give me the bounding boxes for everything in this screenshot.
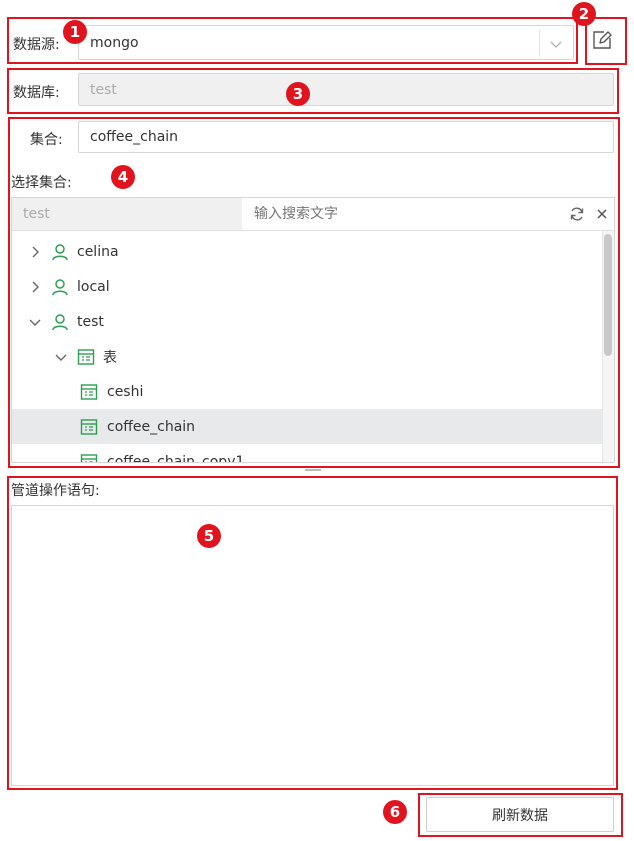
user-icon	[51, 278, 69, 296]
tree-node-tables[interactable]: 表	[12, 339, 602, 374]
tree-node-local[interactable]: local	[12, 269, 602, 304]
select-collection-label: 选择集合:	[11, 175, 72, 191]
table-icon	[77, 348, 95, 366]
database-field: test	[78, 73, 614, 106]
tree-clip: coffee_chain_copy1	[12, 444, 602, 462]
tree-search-input[interactable]	[242, 198, 562, 230]
refresh-icon[interactable]	[568, 205, 586, 223]
table-icon	[80, 383, 98, 401]
annotation-badge-3: 3	[286, 82, 310, 106]
collection-label: 集合:	[30, 132, 63, 148]
collection-input[interactable]: coffee_chain	[78, 121, 614, 153]
user-icon	[51, 243, 69, 261]
user-icon	[51, 313, 69, 331]
refresh-data-label: 刷新数据	[492, 807, 548, 824]
tree-node-label: coffee_chain	[107, 418, 196, 435]
datasource-label: 数据源:	[13, 37, 60, 53]
tree-node-label: celina	[77, 243, 119, 260]
chevron-down-icon[interactable]	[54, 350, 68, 364]
tree-node-label: test	[77, 313, 104, 330]
tree-node-ceshi[interactable]: ceshi	[12, 374, 602, 409]
database-label: 数据库:	[13, 85, 60, 101]
tree-node-label: local	[77, 278, 110, 295]
clear-search-icon[interactable]	[595, 207, 609, 221]
tree-search-divider	[12, 230, 614, 231]
table-icon	[80, 453, 98, 462]
tree-node-celina[interactable]: celina	[12, 234, 602, 269]
datasource-select[interactable]: mongo	[78, 25, 574, 60]
collection-value: coffee_chain	[90, 129, 179, 145]
tree-node-coffee-chain-copy1[interactable]: coffee_chain_copy1	[12, 444, 602, 462]
pipeline-label: 管道操作语句:	[11, 483, 100, 499]
edit-datasource-button[interactable]	[588, 25, 616, 58]
annotation-badge-1: 1	[63, 20, 87, 44]
pipeline-textarea[interactable]	[11, 505, 614, 786]
tree-node-label: ceshi	[107, 383, 144, 400]
tree-node-test[interactable]: test	[12, 304, 602, 339]
tree-scrollbar-thumb[interactable]	[604, 234, 612, 356]
tree-node-label: 表	[103, 349, 117, 366]
chevron-down-icon[interactable]	[548, 36, 564, 52]
annotation-badge-2: 2	[572, 2, 596, 26]
chevron-right-icon[interactable]	[28, 245, 42, 259]
datasource-dropdown-divider	[539, 30, 540, 57]
annotation-badge-5: 5	[197, 524, 221, 548]
edit-icon	[591, 29, 613, 55]
database-value: test	[90, 81, 117, 98]
tree-scope-field: test	[12, 198, 242, 230]
tree-scope-value: test	[23, 206, 50, 222]
chevron-right-icon[interactable]	[28, 280, 42, 294]
chevron-down-icon[interactable]	[28, 315, 42, 329]
annotation-badge-6: 6	[383, 800, 407, 824]
refresh-data-button[interactable]: 刷新数据	[426, 797, 614, 832]
splitter-handle[interactable]	[305, 469, 321, 471]
tree-node-label: coffee_chain_copy1	[107, 453, 245, 463]
tree-node-coffee-chain[interactable]: coffee_chain	[12, 409, 602, 444]
datasource-value: mongo	[90, 34, 139, 51]
table-icon	[80, 418, 98, 436]
annotation-badge-4: 4	[111, 165, 135, 189]
